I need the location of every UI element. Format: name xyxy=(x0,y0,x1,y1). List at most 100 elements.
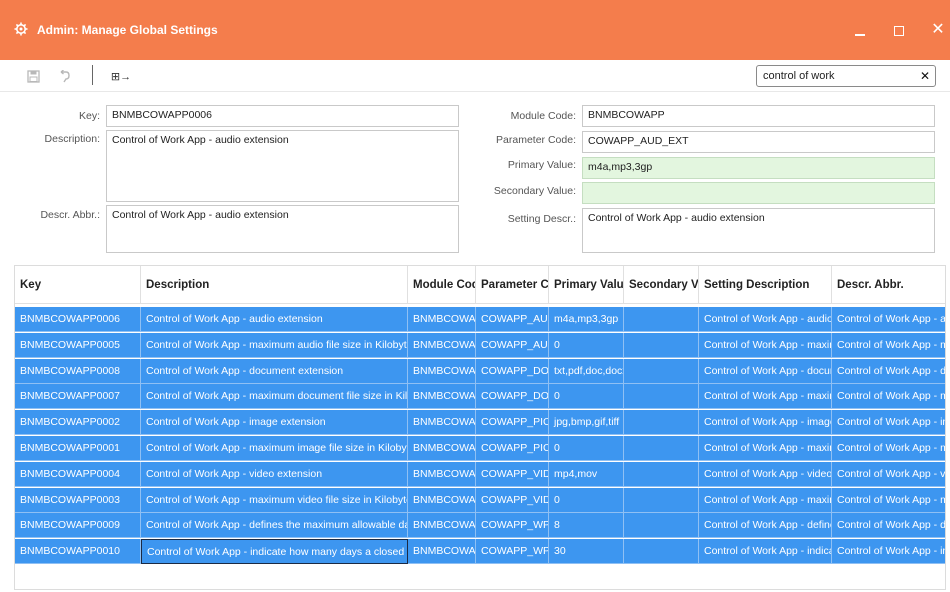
minimize-button[interactable] xyxy=(848,18,872,42)
cell-setting-description[interactable]: Control of Work App - document extension xyxy=(699,358,832,384)
cell-secondary-value[interactable] xyxy=(624,513,699,539)
cell-descr-abbr[interactable]: Control of Work App - document extension xyxy=(832,359,945,384)
cell-parameter-code[interactable]: COWAPP_WP_CLOSED xyxy=(476,539,549,565)
undo-button[interactable] xyxy=(53,66,75,86)
cell-primary-value[interactable]: 0 xyxy=(549,487,624,513)
cell-setting-description[interactable]: Control of Work App - video extension xyxy=(699,461,832,487)
cell-setting-description[interactable]: Control of Work App - maximum video file… xyxy=(699,487,832,513)
cell-primary-value[interactable]: m4a,mp3,3gp xyxy=(549,307,624,332)
key-field[interactable]: BNMBCOWAPP0006 xyxy=(106,105,459,127)
cell-setting-description[interactable]: Control of Work App - indicate how many … xyxy=(699,539,832,565)
cell-parameter-code[interactable]: COWAPP_PIC_EXT xyxy=(476,410,549,436)
maximize-button[interactable] xyxy=(887,18,911,42)
cell-primary-value[interactable]: mp4,mov xyxy=(549,461,624,487)
table-row[interactable]: BNMBCOWAPP0005 Control of Work App - maxi… xyxy=(15,332,945,358)
cell-setting-description[interactable]: Control of Work App - defines the maximu… xyxy=(699,513,832,539)
cell-setting-description[interactable]: Control of Work App - maximum image file… xyxy=(699,436,832,461)
column-header-setting-description[interactable]: Setting Description xyxy=(699,266,832,304)
cell-module-code[interactable]: BNMBCOWAPP xyxy=(408,384,476,410)
cell-secondary-value[interactable] xyxy=(624,384,699,410)
cell-descr-abbr[interactable]: Control of Work App - video extension xyxy=(832,462,945,487)
search-input[interactable] xyxy=(763,68,913,84)
table-row[interactable]: BNMBCOWAPP0010 Control of Work App - indi… xyxy=(15,539,945,565)
cell-parameter-code[interactable]: COWAPP_DOC_SIZE xyxy=(476,384,549,410)
cell-primary-value[interactable]: txt,pdf,doc,docx xyxy=(549,358,624,384)
table-row[interactable]: BNMBCOWAPP0007 Control of Work App - maxi… xyxy=(15,384,945,410)
cell-key[interactable]: BNMBCOWAPP0007 xyxy=(15,384,141,410)
cell-setting-description[interactable]: Control of Work App - image extension xyxy=(699,410,832,436)
column-header-descr-abbr[interactable]: Descr. Abbr. xyxy=(832,266,945,304)
descr-abbr-field[interactable]: Control of Work App - audio extension xyxy=(106,205,459,253)
cell-secondary-value[interactable] xyxy=(624,307,699,332)
secondary-value-field[interactable] xyxy=(582,182,935,204)
cell-primary-value[interactable]: 0 xyxy=(549,332,624,358)
table-row[interactable]: BNMBCOWAPP0003 Control of Work App - maxi… xyxy=(15,487,945,513)
cell-descr-abbr[interactable]: Control of Work App - maximum audio file… xyxy=(832,333,945,358)
table-row[interactable]: BNMBCOWAPP0004 Control of Work App - vide… xyxy=(15,461,945,487)
cell-description[interactable]: Control of Work App - image extension xyxy=(141,410,408,436)
cell-descr-abbr[interactable]: Control of Work App - defines the maximu… xyxy=(832,513,945,539)
cell-key[interactable]: BNMBCOWAPP0008 xyxy=(15,358,141,384)
cell-descr-abbr[interactable]: Control of Work App - audio extension xyxy=(832,307,945,332)
cell-primary-value[interactable]: 0 xyxy=(549,436,624,461)
cell-key[interactable]: BNMBCOWAPP0003 xyxy=(15,487,141,513)
cell-descr-abbr[interactable]: Control of Work App - maximum video file… xyxy=(832,488,945,513)
cell-descr-abbr[interactable]: Control of Work App - indicate how many … xyxy=(832,539,945,565)
cell-module-code[interactable]: BNMBCOWAPP xyxy=(408,358,476,384)
column-header-module-code[interactable]: Module Code xyxy=(408,266,476,304)
cell-module-code[interactable]: BNMBCOWAPP xyxy=(408,410,476,436)
cell-key[interactable]: BNMBCOWAPP0006 xyxy=(15,307,141,332)
column-header-secondary-value[interactable]: Secondary Value xyxy=(624,266,699,304)
primary-value-field[interactable]: m4a,mp3,3gp xyxy=(582,157,935,179)
cell-key[interactable]: BNMBCOWAPP0004 xyxy=(15,461,141,487)
cell-module-code[interactable]: BNMBCOWAPP xyxy=(408,307,476,332)
cell-descr-abbr[interactable]: Control of Work App - maximum image file… xyxy=(832,436,945,461)
cell-key[interactable]: BNMBCOWAPP0010 xyxy=(15,539,141,565)
cell-primary-value[interactable]: 30 xyxy=(549,539,624,565)
cell-module-code[interactable]: BNMBCOWAPP xyxy=(408,539,476,565)
description-field[interactable]: Control of Work App - audio extension xyxy=(106,130,459,202)
module-code-field[interactable]: BNMBCOWAPP xyxy=(582,105,935,127)
column-header-parameter-code[interactable]: Parameter Code xyxy=(476,266,549,304)
cell-description[interactable]: Control of Work App - maximum image file… xyxy=(141,436,408,461)
setting-descr-field[interactable]: Control of Work App - audio extension xyxy=(582,208,935,253)
cell-module-code[interactable]: BNMBCOWAPP xyxy=(408,487,476,513)
cell-key[interactable]: BNMBCOWAPP0001 xyxy=(15,436,141,461)
cell-secondary-value[interactable] xyxy=(624,332,699,358)
cell-key[interactable]: BNMBCOWAPP0005 xyxy=(15,332,141,358)
cell-secondary-value[interactable] xyxy=(624,436,699,461)
table-row[interactable]: BNMBCOWAPP0009 Control of Work App - defi… xyxy=(15,513,945,539)
cell-parameter-code[interactable]: COWAPP_VID_SIZE xyxy=(476,487,549,513)
cell-module-code[interactable]: BNMBCOWAPP xyxy=(408,513,476,539)
cell-parameter-code[interactable]: COWAPP_WP_DAYS xyxy=(476,513,549,539)
close-button[interactable]: ✕ xyxy=(926,18,950,42)
table-row[interactable]: BNMBCOWAPP0001 Control of Work App - maxi… xyxy=(15,436,945,461)
cell-description[interactable]: Control of Work App - maximum document f… xyxy=(141,384,408,410)
cell-parameter-code[interactable]: COWAPP_AUD_SIZE xyxy=(476,332,549,358)
cell-parameter-code[interactable]: COWAPP_AUD_EXT xyxy=(476,307,549,332)
cell-secondary-value[interactable] xyxy=(624,358,699,384)
table-row[interactable]: BNMBCOWAPP0002 Control of Work App - imag… xyxy=(15,410,945,436)
parameter-code-field[interactable]: COWAPP_AUD_EXT xyxy=(582,131,935,153)
cell-parameter-code[interactable]: COWAPP_DOC_EXT xyxy=(476,358,549,384)
cell-description[interactable]: Control of Work App - video extension xyxy=(141,461,408,487)
cell-primary-value[interactable]: jpg,bmp,gif,tiff xyxy=(549,410,624,436)
cell-key[interactable]: BNMBCOWAPP0009 xyxy=(15,513,141,539)
cell-primary-value[interactable]: 0 xyxy=(549,384,624,410)
cell-description[interactable]: Control of Work App - maximum audio file… xyxy=(141,332,408,358)
table-row[interactable]: BNMBCOWAPP0006 Control of Work App - audi… xyxy=(15,307,945,332)
cell-setting-description[interactable]: Control of Work App - audio extension xyxy=(699,307,832,332)
cell-description[interactable]: Control of Work App - defines the maximu… xyxy=(141,513,408,539)
cell-module-code[interactable]: BNMBCOWAPP xyxy=(408,332,476,358)
cell-module-code[interactable]: BNMBCOWAPP xyxy=(408,461,476,487)
column-header-primary-value[interactable]: Primary Value xyxy=(549,266,624,304)
table-row[interactable]: BNMBCOWAPP0008 Control of Work App - docu… xyxy=(15,358,945,384)
cell-primary-value[interactable]: 8 xyxy=(549,513,624,539)
cell-description[interactable]: Control of Work App - indicate how many … xyxy=(141,539,408,565)
cell-secondary-value[interactable] xyxy=(624,461,699,487)
column-header-key[interactable]: Key xyxy=(15,266,141,304)
cell-descr-abbr[interactable]: Control of Work App - image extension xyxy=(832,410,945,436)
cell-key[interactable]: BNMBCOWAPP0002 xyxy=(15,410,141,436)
cell-setting-description[interactable]: Control of Work App - maximum document f… xyxy=(699,384,832,410)
cell-description[interactable]: Control of Work App - audio extension xyxy=(141,307,408,332)
